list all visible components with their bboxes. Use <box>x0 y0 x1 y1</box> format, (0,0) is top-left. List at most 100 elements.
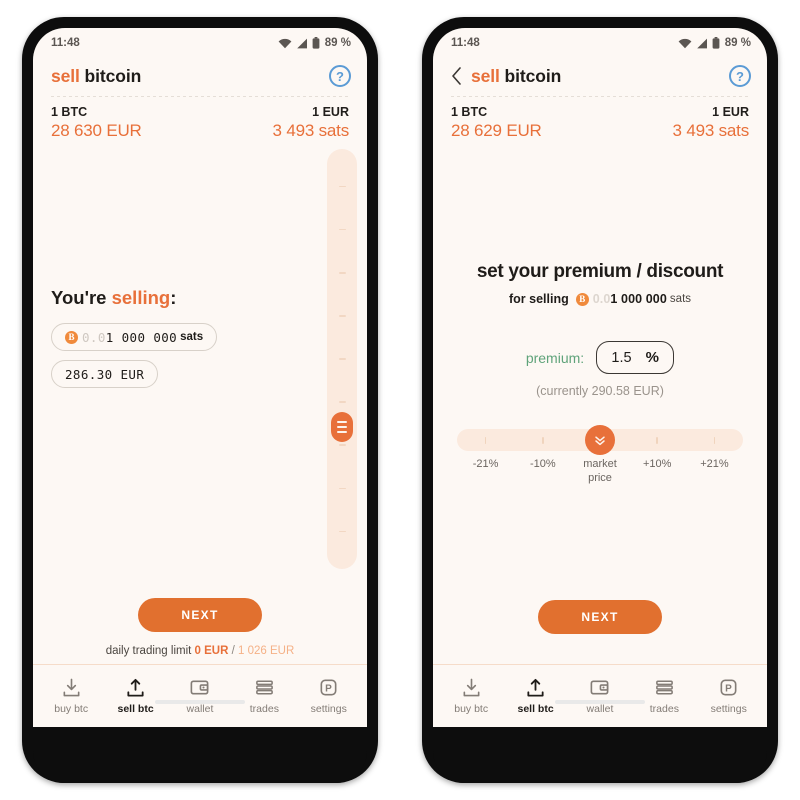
premium-slider-wrap: -21% -10% market price +10% +21% <box>457 425 743 486</box>
for-selling-unit: sats <box>669 293 692 305</box>
nav-item-trades[interactable]: trades <box>635 677 693 715</box>
peach-settings-icon: P <box>320 679 337 696</box>
limit-used: 0 EUR <box>194 645 229 657</box>
nav-item-wallet[interactable]: wallet <box>571 677 629 715</box>
selling-heading-suffix: : <box>170 287 177 308</box>
battery-percent: 89 % <box>724 37 751 49</box>
slider-label-line1: -21% <box>472 458 499 470</box>
status-bar-left: 11:48 89 % <box>33 28 367 58</box>
help-icon[interactable]: ? <box>729 65 751 87</box>
amount-vertical-slider[interactable] <box>327 149 357 569</box>
nav-item-settings[interactable]: P settings <box>300 677 358 715</box>
slider-tick <box>338 358 346 360</box>
for-selling-label: for selling <box>508 292 569 306</box>
screenshot-stage: 11:48 89 % sell bitcoin ? 1 BTC 1 EUR 28… <box>0 0 800 800</box>
premium-input[interactable]: 1.5 % <box>596 341 675 374</box>
slider-label-line1: +21% <box>700 458 729 470</box>
nav-item-wallet[interactable]: wallet <box>171 677 229 715</box>
fiat-value: 286.30 EUR <box>65 366 145 382</box>
slider-tick <box>542 436 544 444</box>
nav-label: trades <box>649 703 679 715</box>
slider-label: -21% <box>457 458 514 486</box>
nav-label: wallet <box>586 703 614 715</box>
for-selling-dim-prefix: 0.0 <box>592 292 611 306</box>
rate-value-btc: 28 629 EUR <box>451 121 542 140</box>
drag-handle-icon[interactable] <box>331 412 353 442</box>
rate-value-btc: 28 630 EUR <box>51 121 142 140</box>
rate-value-eur: 3 493 sats <box>272 121 350 140</box>
nav-label: buy btc <box>54 703 89 715</box>
nav-label: trades <box>249 703 279 715</box>
status-icons: 89 % <box>278 37 351 49</box>
nav-label: sell btc <box>517 703 554 715</box>
rate-label-eur: 1 EUR <box>312 105 349 119</box>
percent-sign: % <box>645 349 659 366</box>
cellular-signal-icon <box>296 38 307 48</box>
selling-heading: You're selling: <box>51 287 301 309</box>
fiat-amount-input[interactable]: 286.30 EUR <box>51 360 159 388</box>
sats-dim-prefix: 0.0 <box>82 329 106 345</box>
battery-icon <box>712 37 720 49</box>
screen-sell-amount: 11:48 89 % sell bitcoin ? 1 BTC 1 EUR 28… <box>33 28 367 727</box>
bottom-nav-right: buy btc sell btc wallet trades P setting… <box>433 665 767 727</box>
nav-label: sell btc <box>117 703 154 715</box>
nav-item-buy-btc[interactable]: buy btc <box>442 677 500 715</box>
rate-label-btc: 1 BTC <box>451 105 488 119</box>
footer-right: NEXT buy btc sell btc wallet trades P se… <box>433 600 767 727</box>
app-header-left: sell bitcoin ? <box>33 58 367 96</box>
nav-item-trades[interactable]: trades <box>235 677 293 715</box>
sell-amount-body: You're selling: B 0.0 1 000 000 sats 286.… <box>33 141 367 598</box>
selling-heading-accent: selling <box>111 287 171 308</box>
slider-tick <box>338 444 346 446</box>
slider-label-line1: +10% <box>642 458 672 470</box>
next-button[interactable]: NEXT <box>538 600 662 634</box>
nav-item-settings[interactable]: P settings <box>700 677 758 715</box>
nav-label: settings <box>710 703 747 715</box>
status-icons: 89 % <box>678 37 751 49</box>
slider-tick <box>338 228 346 231</box>
for-selling-amount: 0.01 000 000 <box>593 292 667 306</box>
wallet-icon <box>591 680 609 695</box>
nav-item-sell-btc[interactable]: sell btc <box>507 677 565 715</box>
slider-label: +10% <box>629 458 686 486</box>
status-time: 11:48 <box>51 37 80 49</box>
home-indicator-right <box>555 700 645 704</box>
upload-arrow-icon <box>127 678 144 697</box>
nav-label: buy btc <box>454 703 489 715</box>
slider-tick <box>713 436 716 444</box>
for-selling-line: for selling B 0.01 000 000 sats <box>509 292 691 306</box>
cellular-signal-icon <box>696 38 707 48</box>
page-title-right: sell bitcoin <box>471 66 720 87</box>
exchange-rates-left: 1 BTC 1 EUR 28 630 EUR 3 493 sats <box>33 97 367 141</box>
slider-label-line1: market <box>583 458 617 470</box>
currently-value: (currently 290.58 EUR) <box>536 384 664 398</box>
help-icon[interactable]: ? <box>329 65 351 87</box>
battery-icon <box>312 37 320 49</box>
limit-separator: / <box>231 645 235 657</box>
slider-tick <box>338 315 346 317</box>
bitcoin-icon: B <box>65 330 78 344</box>
premium-horizontal-slider[interactable] <box>457 425 743 455</box>
screen-set-premium: 11:48 89 % sell bitcoin ? 1 BTC 1 EUR 28… <box>433 28 767 727</box>
exchange-rates-right: 1 BTC 1 EUR 28 629 EUR 3 493 sats <box>433 97 767 141</box>
page-title-rest: bitcoin <box>499 65 562 86</box>
selling-heading-prefix: You're <box>51 287 112 308</box>
svg-text:P: P <box>725 683 732 694</box>
premium-body: set your premium / discount for selling … <box>433 141 767 600</box>
slider-tick <box>338 530 346 533</box>
sats-amount-input[interactable]: B 0.0 1 000 000 sats <box>51 323 218 351</box>
rate-label-btc: 1 BTC <box>51 105 88 119</box>
peach-settings-icon: P <box>720 679 737 696</box>
double-chevron-down-icon[interactable] <box>585 425 615 455</box>
nav-item-sell-btc[interactable]: sell btc <box>107 677 165 715</box>
premium-input-row: premium: 1.5 % <box>525 341 675 374</box>
next-button[interactable]: NEXT <box>138 598 262 632</box>
slider-tick <box>338 487 346 490</box>
status-bar-right: 11:48 89 % <box>433 28 767 58</box>
premium-input-label: premium: <box>525 349 585 366</box>
slider-tick <box>338 272 346 274</box>
chevron-left-icon[interactable] <box>451 67 462 85</box>
daily-trading-limit: daily trading limit 0 EUR / 1 026 EUR <box>33 645 367 664</box>
slider-tick <box>338 185 346 188</box>
nav-item-buy-btc[interactable]: buy btc <box>42 677 100 715</box>
